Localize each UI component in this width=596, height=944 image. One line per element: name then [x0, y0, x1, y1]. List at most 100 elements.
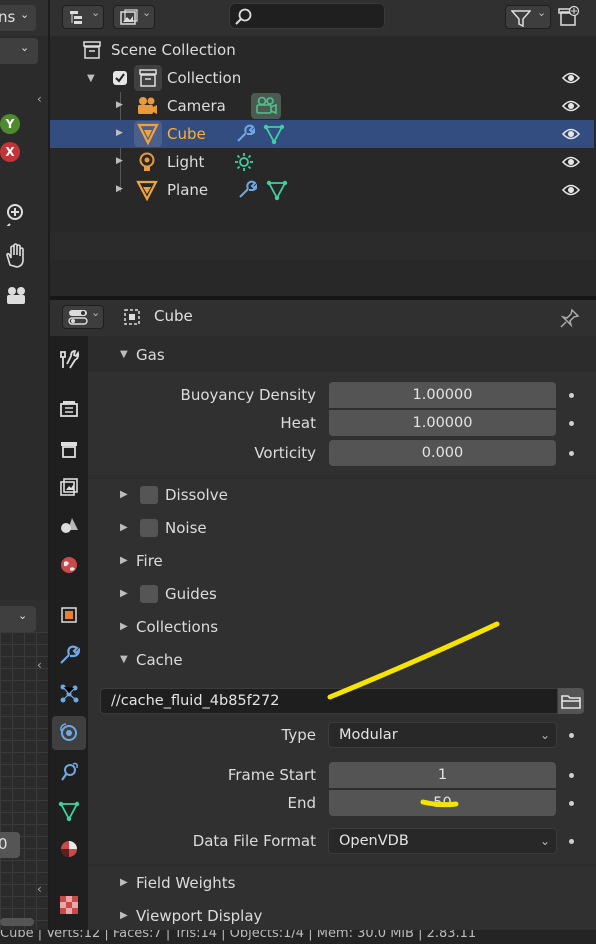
tab-view-layer[interactable]: [52, 470, 86, 504]
eye-icon[interactable]: [562, 71, 580, 85]
collapse-arrow-icon[interactable]: ‹: [37, 92, 42, 106]
tab-texture[interactable]: [52, 888, 86, 922]
folder-browse-button[interactable]: [558, 688, 584, 714]
new-collection-icon[interactable]: [558, 5, 582, 29]
keyframe-dot[interactable]: [569, 451, 574, 456]
keyframe-dot[interactable]: [569, 839, 574, 844]
tab-world[interactable]: [52, 548, 86, 582]
data-file-format-dropdown[interactable]: OpenVDB ⌄: [328, 828, 557, 854]
keyframe-dot[interactable]: [569, 421, 574, 426]
tab-data[interactable]: [52, 794, 86, 828]
folder-icon: [561, 695, 581, 709]
frame-field[interactable]: 0: [0, 832, 20, 858]
outliner-row-collection[interactable]: ▼ Collection: [50, 64, 594, 92]
horizontal-scrollbar[interactable]: [0, 918, 34, 926]
chevron-down-icon: ⌄: [539, 728, 550, 742]
panel-field-weights-title: Field Weights: [136, 874, 236, 892]
tab-render[interactable]: [52, 392, 86, 426]
vorticity-field[interactable]: 0.000: [329, 440, 556, 466]
object-properties-icon: [61, 607, 77, 623]
expand-arrow-icon[interactable]: ▼: [87, 73, 95, 84]
panel-guides[interactable]: ▶ Guides: [88, 578, 596, 611]
shading-dropdown[interactable]: ⌄: [0, 38, 38, 64]
search-input[interactable]: [229, 3, 385, 29]
chevron-down-icon: ⌄: [20, 41, 30, 54]
noise-checkbox[interactable]: [140, 519, 158, 537]
eye-icon[interactable]: [562, 183, 580, 197]
expand-arrow-icon: ▶: [120, 588, 128, 599]
camera-data-icon[interactable]: [251, 93, 281, 119]
expand-arrow-icon[interactable]: ▶: [116, 156, 123, 166]
outliner-row-camera[interactable]: ▶ Camera: [50, 92, 594, 192]
panel-fire[interactable]: ▶ Fire: [88, 545, 596, 578]
modifier-wrench-icon[interactable]: [237, 180, 257, 200]
tab-constraints[interactable]: [52, 754, 86, 788]
tab-modifiers[interactable]: [52, 638, 86, 672]
tab-material[interactable]: [52, 832, 86, 866]
tab-output[interactable]: [52, 432, 86, 466]
keyframe-dot[interactable]: [569, 773, 574, 778]
tab-object[interactable]: [52, 598, 86, 632]
collapse-arrow-icon[interactable]: ‹: [37, 882, 42, 896]
expand-arrow-icon[interactable]: ▶: [116, 100, 123, 110]
panel-gas[interactable]: ▼ Gas: [88, 339, 596, 372]
editor-type-dropdown[interactable]: ⌄: [62, 305, 104, 329]
exclude-checkbox[interactable]: [113, 71, 127, 85]
panel-cache[interactable]: ▼ Cache: [88, 644, 596, 677]
panel-noise[interactable]: ▶ Noise: [88, 512, 596, 545]
cache-type-dropdown[interactable]: Modular ⌄: [328, 722, 557, 748]
frame-end-label: End: [287, 794, 316, 812]
expand-arrow-icon: ▶: [120, 489, 128, 500]
panel-collections[interactable]: ▶ Collections: [88, 611, 596, 644]
expand-arrow-icon[interactable]: ▶: [116, 128, 123, 138]
buoyancy-density-field[interactable]: 1.00000: [329, 382, 556, 408]
pin-icon[interactable]: [560, 308, 580, 328]
tab-scene[interactable]: [52, 508, 86, 542]
outliner-row-scene-collection[interactable]: Scene Collection: [50, 36, 594, 64]
modifier-wrench-icon[interactable]: [235, 124, 255, 144]
tab-tool[interactable]: [52, 342, 86, 376]
axis-x-gizmo[interactable]: X: [0, 142, 20, 162]
chevron-down-icon: ⌄: [18, 609, 28, 622]
mesh-data-icon[interactable]: [266, 179, 288, 201]
panel-viewport-display[interactable]: ▶ Viewport Display: [88, 900, 596, 930]
eye-icon[interactable]: [562, 99, 580, 113]
3d-viewport[interactable]: ns ⌄ ⌄ ‹ Y X ⌄ ‹ 0 ‹: [0, 0, 48, 944]
grid-editor[interactable]: [0, 632, 48, 944]
mesh-icon: [134, 121, 162, 147]
expand-arrow-icon[interactable]: ▶: [116, 184, 123, 194]
editor-type-dropdown[interactable]: ⌄: [0, 606, 36, 632]
outliner-row-plane[interactable]: ▶ Plane: [50, 176, 594, 204]
outliner-tree-icon: [70, 11, 82, 24]
filter-scene-dropdown[interactable]: ⌄: [113, 5, 155, 29]
filter-dropdown[interactable]: ⌄: [505, 5, 551, 29]
tab-physics[interactable]: [52, 716, 86, 750]
outliner-row-light[interactable]: ▶ Light: [50, 148, 594, 176]
heat-field[interactable]: 1.00000: [329, 409, 556, 436]
scene-collection-icon: [83, 41, 101, 59]
mesh-data-icon[interactable]: [263, 123, 285, 145]
axis-y-gizmo[interactable]: Y: [0, 114, 20, 134]
display-mode-dropdown[interactable]: ⌄: [62, 5, 104, 29]
panel-dissolve[interactable]: ▶ Dissolve: [88, 479, 596, 512]
frame-end-field[interactable]: 50: [329, 789, 556, 816]
guides-checkbox[interactable]: [140, 585, 158, 603]
light-data-icon[interactable]: [234, 152, 254, 172]
viewport-mode-dropdown[interactable]: ns ⌄: [0, 5, 36, 31]
outliner-row-cube[interactable]: ▶ Cube: [50, 120, 594, 148]
hand-pan-icon[interactable]: [4, 243, 28, 269]
particles-icon: [60, 684, 79, 703]
tab-particles[interactable]: [52, 676, 86, 710]
camera-view-icon[interactable]: [4, 284, 30, 308]
keyframe-dot[interactable]: [569, 733, 574, 738]
keyframe-dot[interactable]: [569, 801, 574, 806]
keyframe-dot[interactable]: [569, 393, 574, 398]
zoom-icon[interactable]: [4, 202, 28, 226]
eye-icon[interactable]: [562, 155, 580, 169]
eye-icon[interactable]: [562, 127, 580, 141]
panel-field-weights[interactable]: ▶ Field Weights: [88, 867, 596, 900]
cache-directory-input[interactable]: //cache_fluid_4b85f272: [100, 688, 558, 714]
collapse-arrow-icon[interactable]: ‹: [37, 658, 42, 672]
dissolve-checkbox[interactable]: [140, 486, 158, 504]
frame-start-field[interactable]: 1: [329, 762, 556, 788]
